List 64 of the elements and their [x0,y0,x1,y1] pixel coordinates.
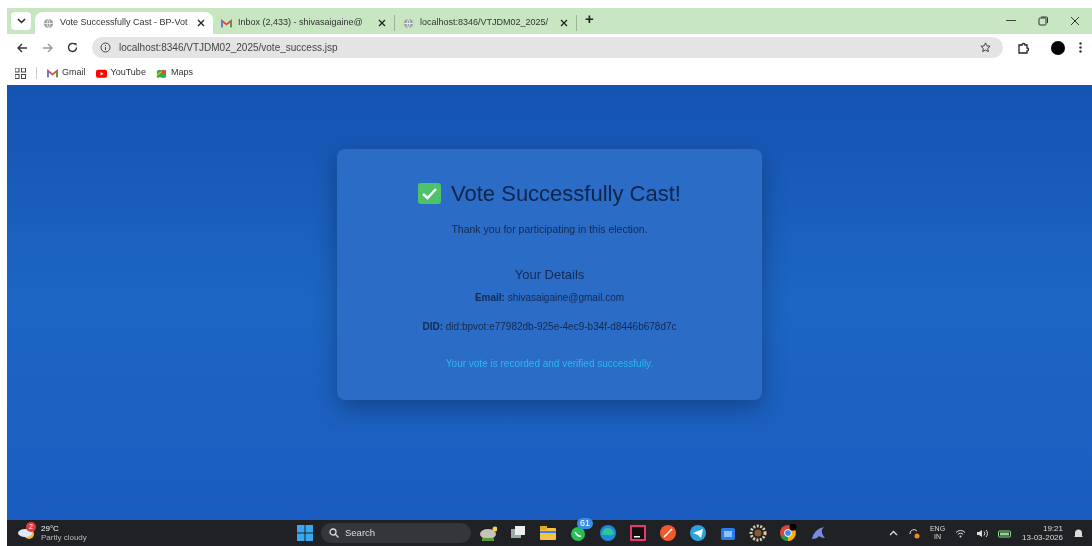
mail-icon [221,17,232,29]
globe-icon [43,17,54,29]
tab-title: localhost:8346/VTJDM02_2025/ [420,16,550,30]
wifi-icon[interactable] [955,528,967,538]
tab-title: Inbox (2,433) - shivasaigaine@ [238,16,364,30]
bookmark-link[interactable]: YouTube [95,66,146,80]
menu-icon[interactable] [1079,42,1082,53]
mail-icon [47,67,58,79]
forward-icon[interactable] [42,42,53,53]
back-icon[interactable] [17,42,28,53]
search-icon [329,528,339,538]
address-bar[interactable]: localhost:8346/VTJDM02_2025/vote_success.jsp [92,37,1003,58]
notification-bell-icon[interactable] [1073,527,1084,539]
tab-search-icon[interactable] [11,12,31,30]
info-icon[interactable] [100,42,111,53]
speaker-icon[interactable] [976,528,989,538]
dolphin-icon[interactable] [809,524,827,542]
close-icon[interactable] [378,19,386,27]
chrome-icon[interactable] [779,524,797,542]
chat-icon[interactable] [569,524,587,542]
check-icon [418,183,442,204]
confirmation-text: Your vote is recorded and verified successfully. [445,357,654,372]
bookmark-link[interactable]: Gmail [47,66,86,80]
clock-time[interactable]: 19:21 [1042,524,1063,533]
new-tab-button[interactable]: + [585,7,594,30]
bookmark-link[interactable]: Maps [155,66,193,80]
paper-plane-icon[interactable] [689,524,707,542]
close-icon[interactable] [197,19,205,27]
gear-icon[interactable] [749,524,767,542]
pen-icon[interactable] [659,524,677,542]
close-icon[interactable] [560,19,568,27]
minimize-icon[interactable] [1006,20,1016,22]
profile-avatar[interactable] [1051,40,1065,55]
search-placeholder: Search [345,525,376,540]
apps-grid-icon[interactable] [15,67,26,79]
detail-text: DID: did:bpvot:e77982db-925e-4ec9-b34f-d8446b678d7c [422,320,677,335]
restore-icon[interactable] [1038,16,1048,26]
thank-you-text: Thank you for participating in this election. [451,222,648,237]
map-icon [155,67,167,79]
folder-icon[interactable] [539,524,557,542]
tab-title: Vote Successfully Cast - BP-Vot [60,16,189,30]
clock-date[interactable]: 13-03-2026 [1022,533,1063,542]
battery-icon[interactable] [998,528,1013,538]
windows-start-icon[interactable] [297,525,313,541]
sync-icon[interactable] [907,527,920,539]
browser-tab[interactable]: Vote Successfully Cast - BP-Vot [35,12,213,34]
weather-condition: Partly cloudy [41,533,87,542]
url-text: localhost:8346/VTJDM02_2025/vote_success.jsp [119,41,338,55]
details-heading: Your Details [514,265,585,284]
reload-icon[interactable] [67,42,78,53]
star-icon[interactable] [980,42,991,53]
success-title: Vote Successfully Cast! [451,180,681,208]
chevron-up-icon[interactable] [888,530,898,536]
close-icon[interactable] [1070,16,1080,26]
browser-tab[interactable]: localhost:8346/VTJDM02_2025/ [395,15,577,31]
notification-badge: 61 [577,518,593,529]
browser-tab[interactable]: Inbox (2,433) - shivasaigaine@ [213,15,395,31]
detail-text: Email: shivasaigaine@gmail.com [474,291,625,306]
extensions-icon[interactable] [1017,41,1029,54]
globe-icon [403,17,414,29]
ide-icon[interactable] [629,524,647,542]
temperature-text: 29°C [41,524,60,533]
play-icon [95,67,107,79]
taskbar-search-field[interactable]: Search [321,523,471,543]
